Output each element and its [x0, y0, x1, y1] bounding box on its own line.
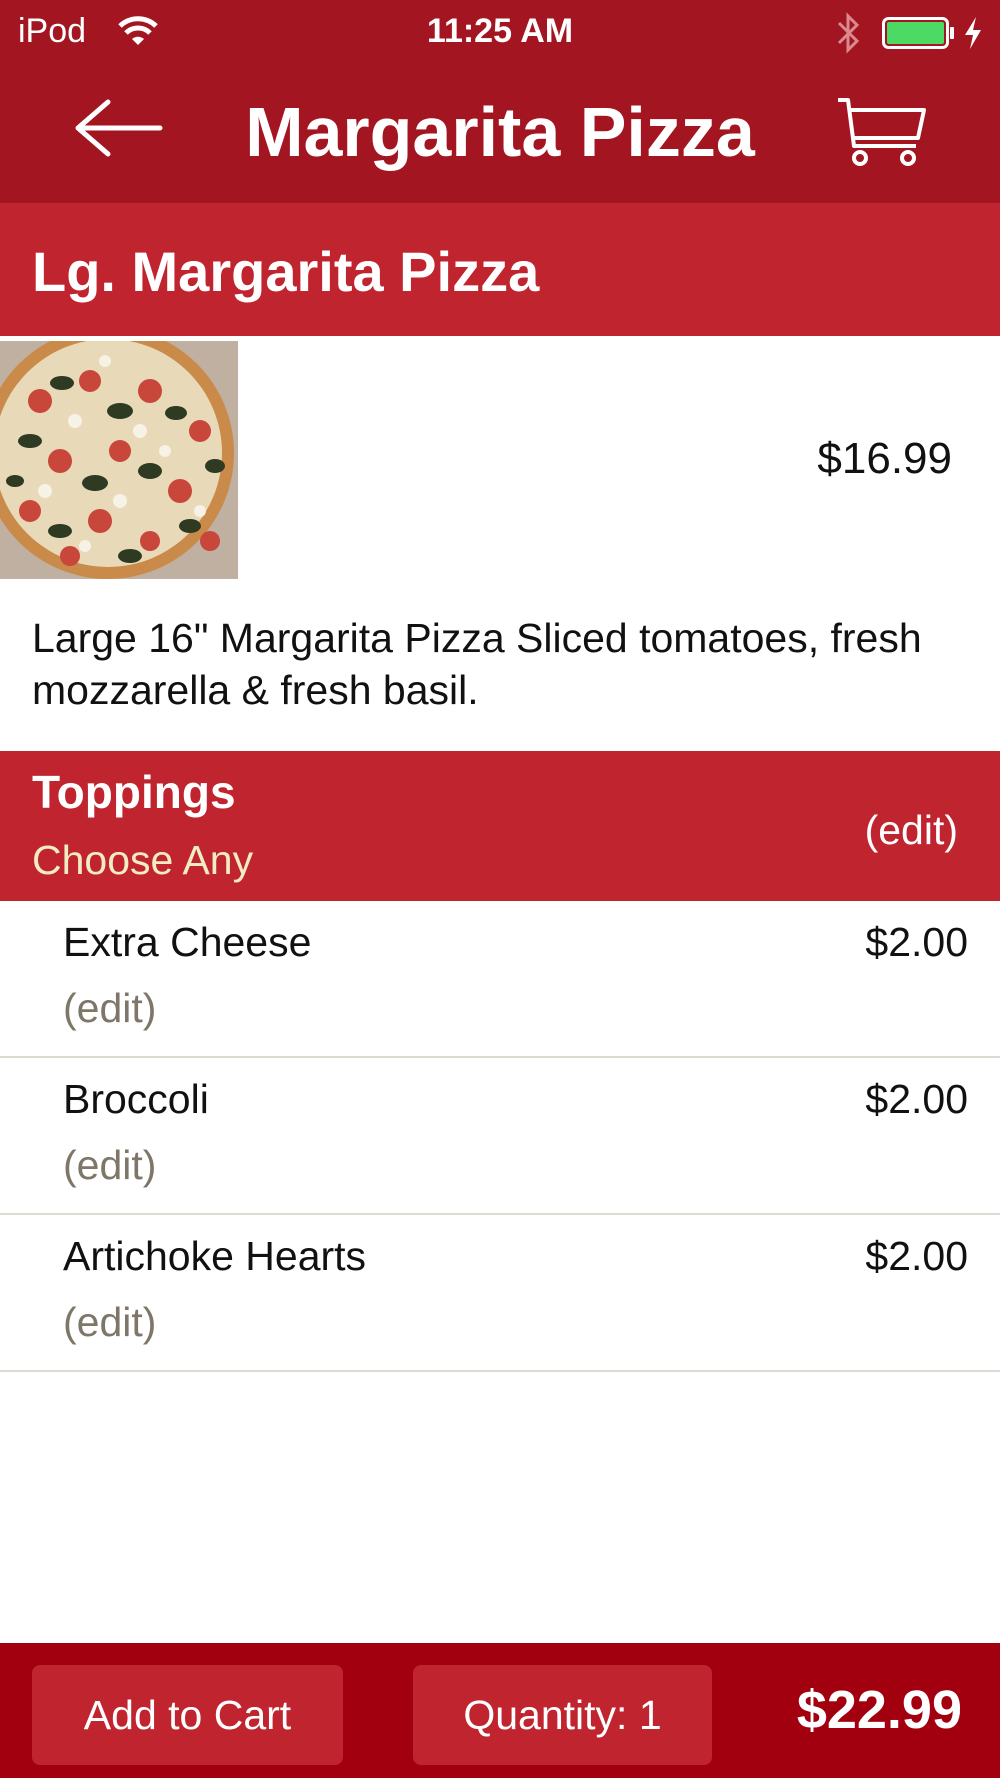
navigation-bar: iPod 11:25 AM Margarita Pizza	[0, 0, 1000, 203]
toppings-subtitle: Choose Any	[32, 837, 254, 883]
pizza-image	[0, 341, 238, 579]
topping-price: $2.00	[865, 1233, 968, 1279]
bottom-action-bar: Add to Cart Quantity: 1 $22.99	[0, 1643, 1000, 1778]
topping-row[interactable]: Artichoke Hearts (edit) $2.00	[0, 1215, 1000, 1372]
charging-bolt-icon	[965, 17, 981, 49]
topping-name: Artichoke Hearts	[63, 1233, 367, 1279]
toppings-section-header: Toppings Choose Any (edit)	[0, 751, 1000, 901]
topping-price: $2.00	[865, 1076, 968, 1122]
shopping-cart-icon[interactable]	[836, 96, 928, 168]
page-title: Margarita Pizza	[245, 93, 755, 171]
order-total: $22.99	[796, 1680, 962, 1740]
back-arrow-icon[interactable]	[72, 96, 164, 160]
add-to-cart-button[interactable]: Add to Cart	[32, 1665, 343, 1765]
topping-price: $2.00	[865, 919, 968, 965]
status-bar: iPod 11:25 AM	[0, 0, 1000, 64]
item-description: Large 16" Margarita Pizza Sliced tomatoe…	[32, 615, 922, 713]
topping-edit-link[interactable]: (edit)	[63, 1299, 156, 1346]
topping-name: Broccoli	[63, 1076, 209, 1122]
toppings-title: Toppings	[32, 766, 236, 818]
topping-edit-link[interactable]: (edit)	[63, 985, 156, 1032]
item-price: $16.99	[817, 434, 952, 483]
item-name: Lg. Margarita Pizza	[32, 240, 540, 303]
quantity-button[interactable]: Quantity: 1	[413, 1665, 712, 1765]
toppings-edit-link[interactable]: (edit)	[865, 807, 958, 854]
battery-icon	[882, 17, 954, 49]
topping-name: Extra Cheese	[63, 919, 312, 965]
topping-edit-link[interactable]: (edit)	[63, 1142, 156, 1189]
topping-row[interactable]: Extra Cheese (edit) $2.00	[0, 901, 1000, 1058]
topping-row[interactable]: Broccoli (edit) $2.00	[0, 1058, 1000, 1215]
item-header: Lg. Margarita Pizza	[0, 203, 1000, 336]
bluetooth-icon	[837, 12, 860, 54]
